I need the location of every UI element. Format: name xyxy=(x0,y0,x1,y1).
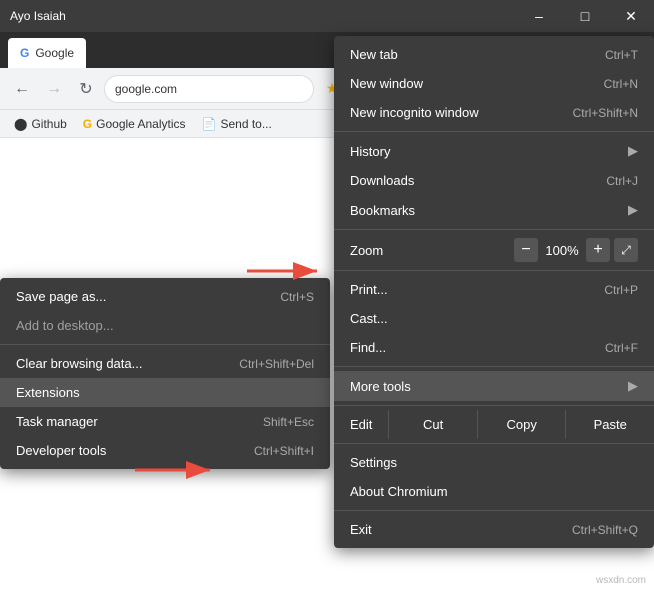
cut-button[interactable]: Cut xyxy=(388,410,477,439)
new-tab-label: New tab xyxy=(350,47,605,62)
menu-item-bookmarks[interactable]: Bookmarks ▶ xyxy=(334,195,654,225)
ga-icon: G xyxy=(83,117,92,131)
zoom-label: Zoom xyxy=(350,243,514,258)
cast-label: Cast... xyxy=(350,311,638,326)
zoom-controls: − 100% + ⤢ xyxy=(514,238,638,262)
clear-browsing-label: Clear browsing data... xyxy=(16,356,239,371)
new-tab-shortcut: Ctrl+T xyxy=(605,48,638,62)
tab-google[interactable]: G Google xyxy=(8,38,86,68)
github-icon: ⬤ xyxy=(14,117,27,131)
dev-tools-label: Developer tools xyxy=(16,443,254,458)
menu-item-more-tools[interactable]: More tools ▶ xyxy=(334,371,654,401)
more-tools-arrow: ▶ xyxy=(628,378,638,394)
divider-1 xyxy=(334,131,654,132)
find-shortcut: Ctrl+F xyxy=(605,341,638,355)
menu-item-new-tab[interactable]: New tab Ctrl+T xyxy=(334,40,654,69)
dev-tools-shortcut: Ctrl+Shift+I xyxy=(254,444,314,458)
paste-button[interactable]: Paste xyxy=(565,410,654,439)
downloads-label: Downloads xyxy=(350,173,606,188)
tab-label: Google xyxy=(35,46,74,60)
menu-item-zoom: Zoom − 100% + ⤢ xyxy=(334,234,654,266)
find-label: Find... xyxy=(350,340,605,355)
bookmark-google-analytics[interactable]: G Google Analytics xyxy=(77,115,192,133)
task-manager-shortcut: Shift+Esc xyxy=(263,415,314,429)
watermark: wsxdn.com xyxy=(596,575,646,586)
menu-item-history[interactable]: History ▶ xyxy=(334,136,654,166)
menu-item-settings[interactable]: Settings xyxy=(334,448,654,477)
divider-5 xyxy=(334,405,654,406)
submenu-save-page[interactable]: Save page as... Ctrl+S xyxy=(0,282,330,311)
divider-6 xyxy=(334,443,654,444)
extensions-label: Extensions xyxy=(16,385,314,400)
submenu-divider-1 xyxy=(0,344,330,345)
divider-7 xyxy=(334,510,654,511)
titlebar-buttons: – □ ✕ xyxy=(516,0,654,32)
close-button[interactable]: ✕ xyxy=(608,0,654,32)
zoom-minus-button[interactable]: − xyxy=(514,238,538,262)
submenu-clear-browsing[interactable]: Clear browsing data... Ctrl+Shift+Del xyxy=(0,349,330,378)
titlebar: Ayo Isaiah – □ ✕ xyxy=(0,0,654,32)
clear-browsing-shortcut: Ctrl+Shift+Del xyxy=(239,357,314,371)
add-desktop-label: Add to desktop... xyxy=(16,318,314,333)
menu-item-new-window[interactable]: New window Ctrl+N xyxy=(334,69,654,98)
bookmarks-label: Bookmarks xyxy=(350,203,620,218)
minimize-button[interactable]: – xyxy=(516,0,562,32)
downloads-shortcut: Ctrl+J xyxy=(606,174,638,188)
menu-item-downloads[interactable]: Downloads Ctrl+J xyxy=(334,166,654,195)
more-tools-label: More tools xyxy=(350,379,620,394)
about-label: About Chromium xyxy=(350,484,638,499)
bookmark-send-to[interactable]: 📄 Send to... xyxy=(196,115,278,133)
new-incognito-label: New incognito window xyxy=(350,105,573,120)
bookmark-github-label: Github xyxy=(31,117,66,131)
new-incognito-shortcut: Ctrl+Shift+N xyxy=(573,106,638,120)
history-arrow: ▶ xyxy=(628,143,638,159)
new-window-label: New window xyxy=(350,76,604,91)
menu-item-about[interactable]: About Chromium xyxy=(334,477,654,506)
save-page-shortcut: Ctrl+S xyxy=(280,290,314,304)
zoom-plus-button[interactable]: + xyxy=(586,238,610,262)
edit-label: Edit xyxy=(334,410,388,439)
menu-edit-row: Edit Cut Copy Paste xyxy=(334,410,654,439)
url-text: google.com xyxy=(115,82,177,96)
bookmark-send-to-label: Send to... xyxy=(220,117,271,131)
context-menu: New tab Ctrl+T New window Ctrl+N New inc… xyxy=(334,36,654,548)
menu-item-cast[interactable]: Cast... xyxy=(334,304,654,333)
settings-label: Settings xyxy=(350,455,638,470)
submenu-add-desktop[interactable]: Add to desktop... xyxy=(0,311,330,340)
bookmark-github[interactable]: ⬤ Github xyxy=(8,115,73,133)
history-label: History xyxy=(350,144,620,159)
maximize-button[interactable]: □ xyxy=(562,0,608,32)
back-button[interactable]: ← xyxy=(8,75,36,103)
exit-label: Exit xyxy=(350,522,572,537)
menu-item-print[interactable]: Print... Ctrl+P xyxy=(334,275,654,304)
tab-favicon: G xyxy=(20,46,29,60)
submenu-extensions[interactable]: Extensions xyxy=(0,378,330,407)
reload-button[interactable]: ↻ xyxy=(72,75,100,103)
divider-4 xyxy=(334,366,654,367)
copy-button[interactable]: Copy xyxy=(477,410,566,439)
address-bar[interactable]: google.com xyxy=(104,75,314,103)
zoom-fullscreen-button[interactable]: ⤢ xyxy=(614,238,638,262)
submenu-dev-tools[interactable]: Developer tools Ctrl+Shift+I xyxy=(0,436,330,465)
zoom-value: 100% xyxy=(542,243,582,258)
menu-item-exit[interactable]: Exit Ctrl+Shift+Q xyxy=(334,515,654,544)
menu-item-new-incognito[interactable]: New incognito window Ctrl+Shift+N xyxy=(334,98,654,127)
exit-shortcut: Ctrl+Shift+Q xyxy=(572,523,638,537)
print-label: Print... xyxy=(350,282,604,297)
bookmarks-arrow: ▶ xyxy=(628,202,638,218)
new-window-shortcut: Ctrl+N xyxy=(604,77,638,91)
titlebar-title: Ayo Isaiah xyxy=(10,9,66,23)
submenu-task-manager[interactable]: Task manager Shift+Esc xyxy=(0,407,330,436)
save-page-label: Save page as... xyxy=(16,289,280,304)
menu-item-find[interactable]: Find... Ctrl+F xyxy=(334,333,654,362)
print-shortcut: Ctrl+P xyxy=(604,283,638,297)
divider-3 xyxy=(334,270,654,271)
send-to-icon: 📄 xyxy=(202,117,217,131)
forward-button[interactable]: → xyxy=(40,75,68,103)
more-tools-submenu: Save page as... Ctrl+S Add to desktop...… xyxy=(0,278,330,469)
bookmark-ga-label: Google Analytics xyxy=(96,117,185,131)
task-manager-label: Task manager xyxy=(16,414,263,429)
divider-2 xyxy=(334,229,654,230)
